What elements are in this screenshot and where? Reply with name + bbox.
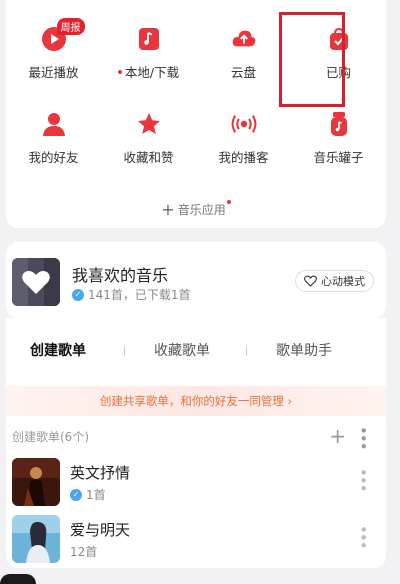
plus-icon: + xyxy=(161,200,175,219)
tab-label: 歌单助手 xyxy=(276,343,332,359)
play-circle-icon: 周报 xyxy=(41,18,85,52)
playlists-card: 创建歌单 收藏歌单 歌单助手 创建共享歌单，和你的好友一同管理 › 创建歌单(6… xyxy=(6,318,386,568)
playlist-name: 爱与明天 xyxy=(70,521,131,539)
liked-music-subtitle: 141首，已下载1首 xyxy=(88,288,191,302)
liked-music-card[interactable]: 我喜欢的音乐 ✓ 141首，已下载1首 心动模式 xyxy=(6,242,386,318)
quick-item-label: 我的好友 xyxy=(28,150,79,165)
quick-item-my-friends[interactable]: 我的好友 xyxy=(6,111,101,166)
shared-playlist-banner[interactable]: 创建共享歌单，和你的好友一同管理 › xyxy=(6,386,386,416)
quick-item-label: 我的播客 xyxy=(218,150,269,165)
tab-divider xyxy=(124,346,125,356)
highlight-annotation-box xyxy=(279,12,345,107)
heart-mode-label: 心动模式 xyxy=(321,275,365,288)
more-options-icon[interactable]: ••• xyxy=(354,525,372,549)
mini-player-avatar[interactable] xyxy=(0,574,36,584)
playlist-tabs: 创建歌单 收藏歌单 歌单助手 xyxy=(6,340,386,370)
tab-divider xyxy=(246,346,247,356)
quick-item-cloud-disk[interactable]: 云盘 xyxy=(196,26,291,81)
new-dot xyxy=(117,69,122,74)
playlist-count-row: ✓ 1首 xyxy=(70,486,106,503)
quick-item-label: 音乐罐子 xyxy=(313,150,364,165)
quick-item-label-wrap: 本地/下载 xyxy=(117,62,180,81)
playlist-cover-art xyxy=(12,515,60,563)
music-note-box-icon xyxy=(136,26,162,52)
broadcast-icon xyxy=(231,111,257,137)
playlist-item[interactable]: 英文抒情 ✓ 1首 ••• xyxy=(12,458,386,508)
playlist-cover xyxy=(12,515,60,563)
quick-item-label: 本地/下载 xyxy=(124,65,180,80)
quick-item-favorites-likes[interactable]: 收藏和赞 xyxy=(101,111,196,166)
tab-playlist-assistant[interactable]: 歌单助手 xyxy=(276,340,332,360)
playlist-item[interactable]: 爱与明天 12首 ••• xyxy=(12,515,386,565)
quick-item-recent-play[interactable]: 周报 最近播放 xyxy=(6,18,101,81)
liked-music-cover xyxy=(12,258,60,306)
heart-outline-icon xyxy=(304,275,317,287)
active-tab-underline xyxy=(30,359,86,364)
music-jar-icon xyxy=(326,111,352,137)
tab-label: 创建歌单 xyxy=(30,343,86,359)
playlist-cover-art xyxy=(12,458,60,506)
weekly-report-badge[interactable]: 周报 xyxy=(56,18,85,35)
quick-item-label: 云盘 xyxy=(230,65,256,80)
quick-item-local-download[interactable]: 本地/下载 xyxy=(101,26,196,81)
quick-item-label: 收藏和赞 xyxy=(123,150,174,165)
created-playlists-header: 创建歌单(6个) + ••• xyxy=(12,424,386,450)
music-apps-label: 音乐应用 xyxy=(177,203,226,217)
check-badge-icon: ✓ xyxy=(70,488,82,501)
music-apps-button[interactable]: + 音乐应用 xyxy=(6,200,386,219)
heart-cover-icon xyxy=(12,258,60,306)
playlist-count: 12首 xyxy=(70,545,98,559)
quick-item-my-podcast[interactable]: 我的播客 xyxy=(196,111,291,166)
liked-music-title: 我喜欢的音乐 xyxy=(72,266,169,285)
new-dot xyxy=(226,200,231,204)
person-icon xyxy=(41,111,67,137)
liked-music-subtitle-row: ✓ 141首，已下载1首 xyxy=(72,286,191,303)
tab-created-playlists[interactable]: 创建歌单 xyxy=(30,340,86,364)
more-options-icon[interactable]: ••• xyxy=(354,426,372,450)
playlist-count-row: 12首 xyxy=(70,543,97,560)
check-badge-icon: ✓ xyxy=(72,288,84,301)
heart-mode-button[interactable]: 心动模式 xyxy=(295,270,374,292)
cloud-upload-icon xyxy=(231,26,257,52)
add-playlist-button[interactable]: + xyxy=(329,424,346,448)
tab-collected-playlists[interactable]: 收藏歌单 xyxy=(154,340,210,360)
created-playlists-count: 创建歌单(6个) xyxy=(12,430,89,444)
playlist-count: 1首 xyxy=(86,488,106,502)
tab-label: 收藏歌单 xyxy=(154,343,210,359)
more-options-icon[interactable]: ••• xyxy=(354,468,372,492)
playlist-name: 英文抒情 xyxy=(70,464,131,482)
quick-item-label: 最近播放 xyxy=(28,65,79,80)
star-icon xyxy=(136,111,162,137)
playlist-cover xyxy=(12,458,60,506)
quick-item-music-jar[interactable]: 音乐罐子 xyxy=(291,111,386,166)
